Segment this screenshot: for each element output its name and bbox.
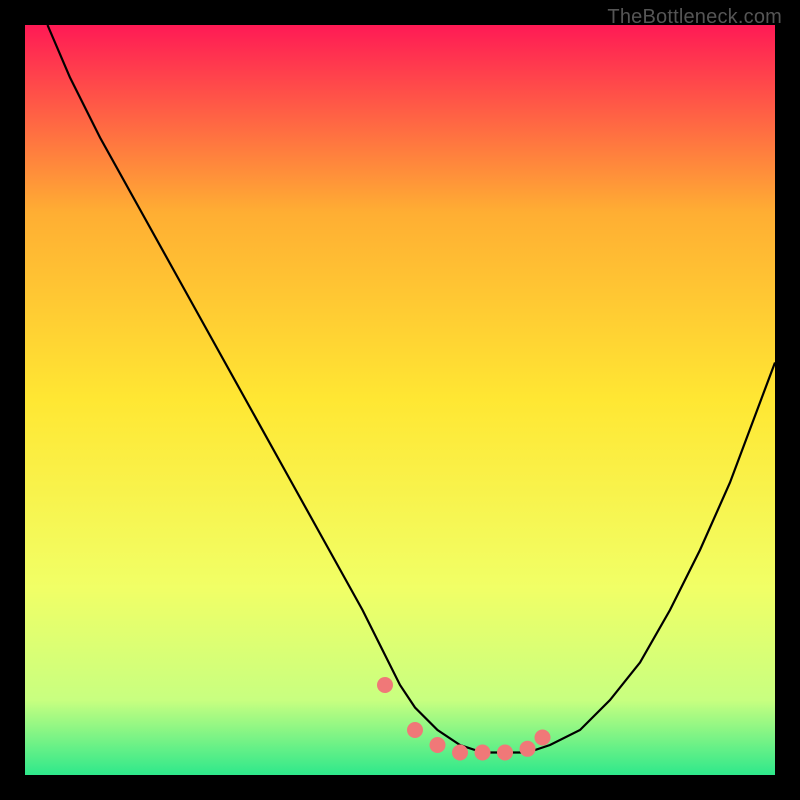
plot-background [25,25,775,775]
marker-dot [430,737,446,753]
marker-dot [452,745,468,761]
marker-dot [377,677,393,693]
chart-container: TheBottleneck.com [0,0,800,800]
marker-dot [407,722,423,738]
watermark-text: TheBottleneck.com [607,6,782,29]
bottleneck-chart [0,0,800,800]
marker-dot [475,745,491,761]
marker-dot [535,730,551,746]
marker-dot [497,745,513,761]
marker-dot [520,741,536,757]
